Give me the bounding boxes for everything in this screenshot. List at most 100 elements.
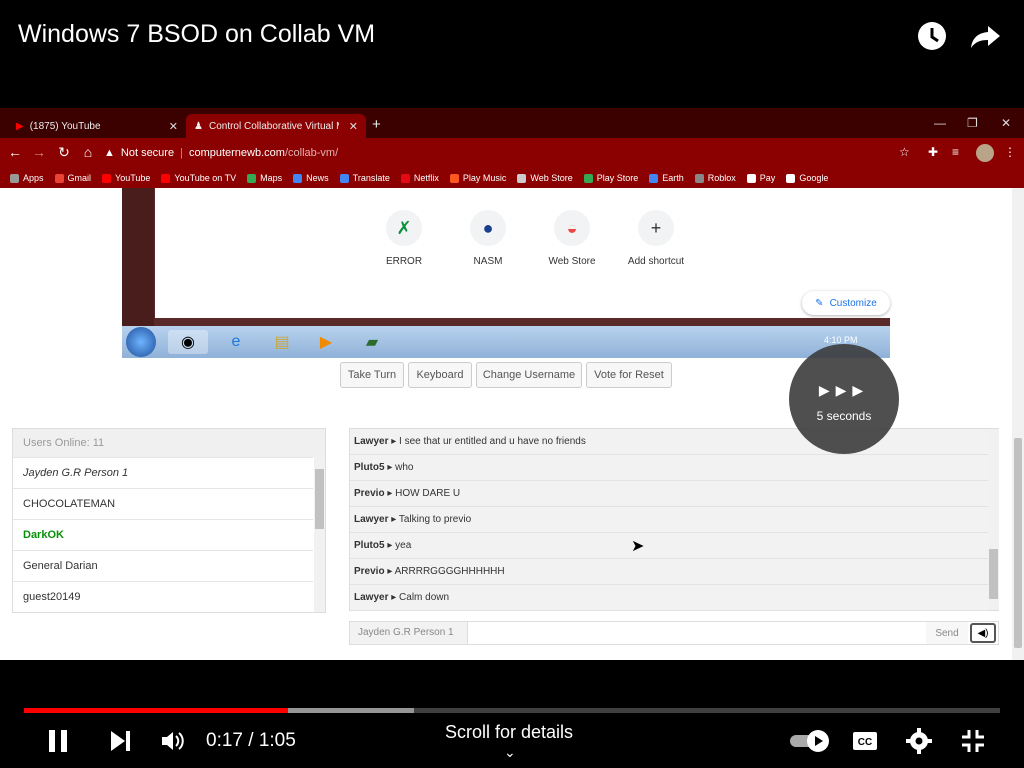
change-username-button[interactable]: Change Username bbox=[476, 362, 582, 388]
volume-button[interactable] bbox=[160, 729, 186, 758]
url-path: /collab-vm/ bbox=[284, 147, 339, 159]
bookmark-item[interactable]: Apps bbox=[10, 173, 44, 183]
chat-panel: Lawyer ▸ I see that ur entitled and u ha… bbox=[349, 428, 999, 611]
media-player-icon[interactable]: ▶ bbox=[306, 330, 346, 354]
customize-button[interactable]: ✎ Customize bbox=[802, 291, 890, 315]
tab-collabvm[interactable]: ♟ Control Collaborative Virtual Ma... ✕ bbox=[186, 114, 366, 138]
reload-icon[interactable]: ↻ bbox=[55, 144, 73, 161]
bookmark-item[interactable]: Translate bbox=[339, 173, 390, 183]
page-scroll-thumb[interactable] bbox=[1014, 438, 1022, 648]
shortcut-web-store[interactable]: ◒ Web Store bbox=[532, 210, 612, 267]
home-icon[interactable]: ⌂ bbox=[79, 144, 97, 160]
new-tab-button[interactable]: + bbox=[372, 116, 381, 133]
settings-button[interactable] bbox=[906, 728, 932, 759]
user-item[interactable]: General Darian bbox=[13, 550, 313, 581]
youtube-icon: ▶ bbox=[16, 120, 24, 132]
new-tab-page: ✗ ERROR ● NASM ◒ Web Store + Add shortcu… bbox=[155, 188, 890, 318]
bookmark-icon bbox=[649, 173, 659, 183]
bookmark-item[interactable]: Maps bbox=[247, 173, 282, 183]
chat-username: Jayden G.R Person 1 bbox=[350, 622, 468, 644]
chat-input-row: Jayden G.R Person 1 Send ◀) bbox=[349, 621, 999, 645]
vote-reset-button[interactable]: Vote for Reset bbox=[586, 362, 672, 388]
security-label: Not secure bbox=[120, 147, 175, 159]
collabvm-icon: ♟ bbox=[194, 120, 203, 132]
user-item[interactable]: DarkOK bbox=[13, 519, 313, 550]
warning-icon: ▲ bbox=[104, 147, 115, 159]
pause-button[interactable] bbox=[46, 728, 72, 759]
countdown-label: 5 seconds bbox=[816, 409, 872, 423]
tab-label: Control Collaborative Virtual Ma... bbox=[208, 120, 339, 132]
media-icon[interactable]: ≡ bbox=[952, 145, 959, 159]
watch-later-button[interactable] bbox=[914, 18, 950, 54]
captions-button[interactable]: CC bbox=[852, 731, 878, 756]
folder-icon[interactable]: ▤ bbox=[262, 330, 302, 354]
extensions-icon[interactable]: ✚ bbox=[928, 145, 938, 159]
forward-icon[interactable]: → bbox=[30, 144, 48, 160]
autoplay-countdown[interactable]: ▶▶▶ 5 seconds bbox=[789, 344, 899, 454]
scroll-for-details[interactable]: Scroll for details bbox=[445, 722, 573, 743]
bookmark-item[interactable]: Netflix bbox=[400, 173, 439, 183]
user-item[interactable]: Jayden G.R Person 1 bbox=[13, 457, 313, 488]
user-item[interactable]: guest20149 bbox=[13, 581, 313, 612]
close-window-button[interactable]: ✕ bbox=[1001, 116, 1011, 130]
shortcut-error[interactable]: ✗ ERROR bbox=[364, 210, 444, 267]
minimize-button[interactable]: — bbox=[934, 116, 946, 130]
chat-message: Pluto5 ▸ who bbox=[350, 455, 988, 481]
star-icon[interactable]: ☆ bbox=[899, 145, 910, 159]
bookmark-item[interactable]: Play Store bbox=[583, 173, 638, 183]
tab-label: (1875) YouTube bbox=[29, 120, 101, 132]
bookmark-item[interactable]: Earth bbox=[649, 173, 684, 183]
next-button[interactable] bbox=[108, 729, 132, 758]
bookmark-item[interactable]: Web Store bbox=[517, 173, 573, 183]
nasm-icon: ● bbox=[470, 210, 506, 246]
ie-icon[interactable]: e bbox=[216, 330, 256, 354]
chrome-icon[interactable]: ◉ bbox=[168, 330, 208, 354]
avatar[interactable] bbox=[976, 144, 994, 162]
take-turn-button[interactable]: Take Turn bbox=[340, 362, 404, 388]
bookmark-icon bbox=[54, 173, 64, 183]
exit-fullscreen-button[interactable] bbox=[960, 728, 986, 759]
address-bar[interactable]: ▲ Not secure | computernewb.com/collab-v… bbox=[104, 142, 916, 164]
tab-youtube[interactable]: ▶ (1875) YouTube ✕ bbox=[8, 114, 186, 138]
autoplay-icon bbox=[790, 730, 829, 752]
bookmark-item[interactable]: Roblox bbox=[694, 173, 736, 183]
bookmark-icon bbox=[293, 173, 303, 183]
error-icon: ✗ bbox=[386, 210, 422, 246]
chat-input[interactable] bbox=[470, 622, 924, 644]
close-icon[interactable]: ✕ bbox=[169, 120, 178, 133]
start-button[interactable] bbox=[126, 327, 156, 357]
bookmark-icon bbox=[517, 173, 527, 183]
shortcut-nasm[interactable]: ● NASM bbox=[448, 210, 528, 267]
chat-scroll-thumb[interactable] bbox=[989, 549, 998, 599]
app-icon[interactable]: ▰ bbox=[352, 330, 392, 354]
shortcut-add[interactable]: + Add shortcut bbox=[616, 210, 696, 267]
volume-icon[interactable]: ◀) bbox=[970, 623, 996, 643]
bookmark-item[interactable]: YouTube on TV bbox=[161, 173, 236, 183]
send-button[interactable]: Send bbox=[926, 622, 968, 644]
chat-message: Previo ▸ ARRRRGGGGHHHHHH bbox=[350, 559, 988, 585]
bookmark-icon bbox=[339, 173, 349, 183]
chat-message: Previo ▸ HOW DARE U bbox=[350, 481, 988, 507]
bookmark-icon bbox=[746, 173, 756, 183]
back-icon[interactable]: ← bbox=[6, 144, 24, 160]
keyboard-button[interactable]: Keyboard bbox=[408, 362, 472, 388]
bookmark-item[interactable]: News bbox=[293, 173, 329, 183]
users-scroll-thumb[interactable] bbox=[315, 469, 324, 529]
bookmark-icon bbox=[102, 173, 112, 183]
user-item[interactable]: CHOCOLATEMAN bbox=[13, 488, 313, 519]
bookmark-icon bbox=[400, 173, 410, 183]
autoplay-toggle[interactable] bbox=[788, 729, 832, 758]
chevron-down-icon[interactable]: ⌄ bbox=[504, 744, 516, 761]
bookmark-item[interactable]: Play Music bbox=[449, 173, 506, 183]
close-icon[interactable]: ✕ bbox=[349, 120, 358, 133]
bookmark-icon bbox=[786, 173, 796, 183]
maximize-button[interactable]: ❐ bbox=[967, 116, 978, 130]
web-store-icon: ◒ bbox=[554, 210, 590, 246]
bookmark-item[interactable]: Gmail bbox=[54, 173, 91, 183]
bookmark-item[interactable]: Pay bbox=[746, 173, 775, 183]
bookmark-item[interactable]: Google bbox=[786, 173, 828, 183]
share-icon bbox=[971, 26, 1000, 48]
menu-icon[interactable]: ⋮ bbox=[1004, 145, 1016, 159]
bookmark-item[interactable]: YouTube bbox=[102, 173, 150, 183]
share-button[interactable] bbox=[968, 18, 1004, 54]
